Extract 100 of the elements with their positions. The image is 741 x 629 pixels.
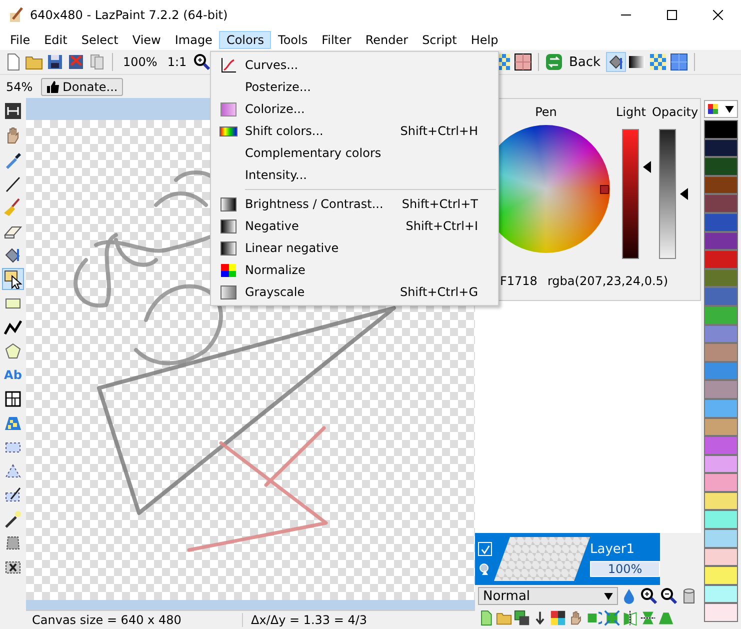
menu-item[interactable]: Tools <box>271 31 315 49</box>
zoom-out-icon[interactable] <box>660 587 678 605</box>
resize-icon[interactable] <box>604 610 620 626</box>
aspect-ratio-status: Δx/Δy = 1.33 = 4/3 <box>250 613 368 627</box>
zoom-in-icon[interactable] <box>192 53 211 71</box>
palette-swatch[interactable] <box>704 584 738 604</box>
palette-swatch[interactable] <box>704 418 738 436</box>
donate-button[interactable]: Donate... <box>40 78 123 96</box>
quartered-square-icon[interactable] <box>670 53 688 71</box>
pen-label: Pen <box>535 105 557 119</box>
shortcut-text: Shift+Ctrl+T <box>402 197 478 211</box>
new-layer-icon[interactable] <box>478 610 494 626</box>
palette-swatch[interactable] <box>704 510 738 530</box>
folder-icon[interactable] <box>496 610 512 626</box>
layer-item[interactable]: Layer1 100% <box>475 533 660 585</box>
tool-button[interactable] <box>2 100 24 122</box>
visibility-checkbox[interactable] <box>478 542 492 556</box>
color-grid-icon[interactable] <box>550 610 566 626</box>
palette-swatch[interactable] <box>704 362 738 380</box>
blend-mode-dropdown[interactable]: Normal <box>478 587 618 605</box>
light-slider-handle[interactable] <box>643 161 651 174</box>
text-tool[interactable]: Ab <box>2 364 24 386</box>
brush-icon <box>8 7 24 23</box>
shortcut-text: Shift+Ctrl+G <box>400 285 478 299</box>
flip-vertical-icon[interactable] <box>640 610 656 626</box>
zoom-level: 54% <box>5 80 34 94</box>
palette-swatch[interactable] <box>704 250 738 269</box>
palette-swatch[interactable] <box>704 138 738 158</box>
palette-swatch[interactable] <box>704 157 738 176</box>
shortcut-text: Shift+Ctrl+I <box>406 219 478 233</box>
menu-option[interactable]: Posterize... <box>211 76 498 98</box>
contrast-gradient-icon <box>218 194 238 214</box>
frame-icon <box>3 101 23 121</box>
palette-swatch[interactable] <box>704 194 738 213</box>
palette-swatch[interactable] <box>704 473 738 492</box>
paint-bucket-icon[interactable] <box>606 53 625 71</box>
caret-icon <box>604 592 613 600</box>
menu-option[interactable]: Normalize <box>211 259 498 281</box>
actual-size-button[interactable]: 1:1 <box>164 55 190 69</box>
palette-swatch[interactable] <box>704 287 738 306</box>
palette-swatch[interactable] <box>704 268 738 288</box>
palette-swatch[interactable] <box>704 176 738 194</box>
palette-swatch[interactable] <box>704 343 738 362</box>
rotate-icon[interactable] <box>586 610 602 626</box>
palette-swatch[interactable] <box>704 232 738 250</box>
pointer-icon <box>3 269 23 289</box>
menu-item[interactable]: View <box>125 31 168 49</box>
palette-swatch[interactable] <box>704 454 738 474</box>
hand-icon[interactable] <box>568 610 584 626</box>
menu-item[interactable]: Render <box>358 31 416 49</box>
menu-item[interactable]: Help <box>464 31 506 49</box>
zoom-level: 100% <box>122 55 158 69</box>
light-label: Light <box>616 105 646 119</box>
palette-swatch[interactable] <box>704 324 738 344</box>
menu-item[interactable]: Colors <box>219 31 272 49</box>
palette-swatch[interactable] <box>704 529 738 548</box>
palette-swatch[interactable] <box>704 380 738 399</box>
negative-gradient-icon <box>218 216 238 236</box>
palette-swatch[interactable] <box>704 436 738 455</box>
layer-name: Layer1 <box>590 542 636 556</box>
negative-gradient-icon <box>218 238 238 258</box>
palette-swatch[interactable] <box>704 212 738 232</box>
back-button[interactable]: Back <box>566 54 604 70</box>
save-icon[interactable] <box>46 53 64 71</box>
layer-opacity[interactable]: 100% <box>590 560 660 576</box>
save-close-icon[interactable] <box>67 53 85 71</box>
palette-swatch[interactable] <box>704 306 738 325</box>
menu-option[interactable]: Colorize... <box>211 98 498 120</box>
menu-option[interactable]: Negative Shift+Ctrl+I <box>211 215 498 237</box>
menu-option[interactable]: Intensity... <box>211 164 498 186</box>
palette-swatch[interactable] <box>704 566 738 585</box>
window-title: 640x480 - LazPaint 7.2.2 (64-bit) <box>30 8 228 22</box>
menu-item[interactable]: Edit <box>37 31 74 49</box>
menu-option[interactable]: Brightness / Contrast... Shift+Ctrl+T <box>211 193 498 215</box>
menu-item[interactable]: Select <box>74 31 126 49</box>
wand-icon <box>3 509 23 529</box>
swap-arrows-icon[interactable] <box>545 53 563 71</box>
zoom-in-icon[interactable] <box>640 587 658 605</box>
palette-swatch[interactable] <box>704 492 738 510</box>
menu-option[interactable]: Grayscale Shift+Ctrl+G <box>211 281 498 303</box>
flip-horizontal-icon[interactable] <box>622 610 638 626</box>
menu-option[interactable]: Complementary colors <box>211 142 498 164</box>
menu-option[interactable]: Shift colors... Shift+Ctrl+H <box>211 120 498 142</box>
tiled-square-icon[interactable] <box>514 53 532 71</box>
tool-button[interactable] <box>2 268 24 290</box>
palette-swatch[interactable] <box>704 603 738 622</box>
gradient-icon[interactable] <box>628 53 646 71</box>
menu-item[interactable]: Script <box>415 31 464 49</box>
palette-swatch[interactable] <box>704 120 738 139</box>
palette-menu-button[interactable] <box>704 100 738 118</box>
palette-swatch[interactable] <box>704 398 738 418</box>
checkerboard-icon[interactable] <box>648 53 667 71</box>
menu-item[interactable]: Filter <box>314 31 358 49</box>
menu-item[interactable]: Image <box>168 31 220 49</box>
palette-swatch[interactable] <box>704 548 738 566</box>
menu-option[interactable]: Curves... <box>211 54 498 76</box>
duplicate-layer-icon[interactable] <box>514 610 530 626</box>
menu-option[interactable]: Linear negative <box>211 237 498 259</box>
menu-item[interactable]: File <box>3 31 38 49</box>
opacity-slider-handle[interactable] <box>680 188 688 200</box>
